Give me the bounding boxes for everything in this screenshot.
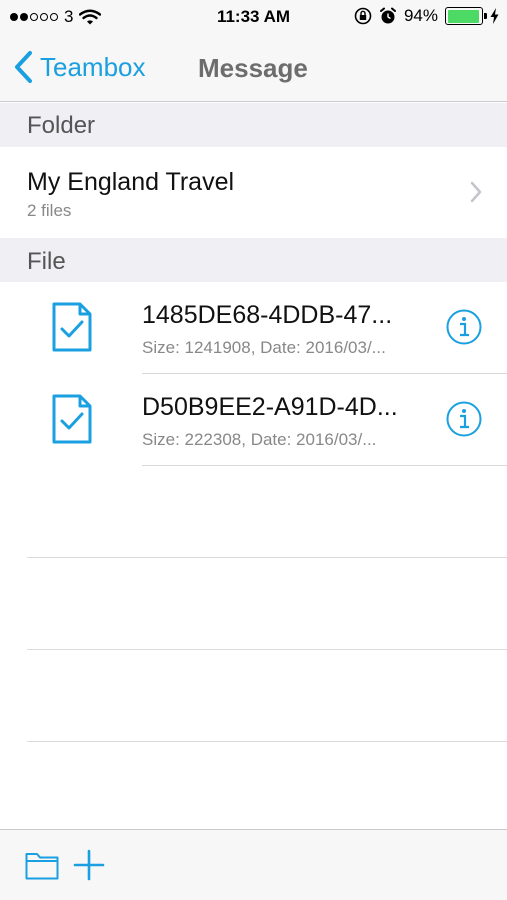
- file-meta: Size: 1241908, Date: 2016/03/...: [142, 338, 386, 357]
- rotation-lock-icon: [354, 7, 372, 25]
- folder-file-count: 2 files: [27, 201, 72, 220]
- chevron-right-icon: [470, 181, 482, 203]
- document-check-icon: [52, 394, 92, 444]
- back-label: Teambox: [40, 51, 146, 82]
- empty-row-separator: [27, 557, 507, 558]
- empty-row-separator: [27, 649, 507, 650]
- back-button[interactable]: Teambox: [12, 50, 146, 84]
- status-bar: 3 11:33 AM 94%: [0, 0, 507, 34]
- document-check-icon: [52, 302, 92, 352]
- section-header-folder: Folder: [0, 103, 507, 147]
- info-icon[interactable]: [446, 401, 482, 437]
- battery-icon: [445, 7, 487, 25]
- empty-row-separator: [27, 741, 507, 742]
- file-row[interactable]: 1485DE68-4DDB-47... Size: 1241908, Date:…: [0, 282, 507, 374]
- file-meta: Size: 222308, Date: 2016/03/...: [142, 430, 377, 449]
- file-name: D50B9EE2-A91D-4D...: [142, 393, 398, 421]
- page-title: Message: [198, 53, 308, 83]
- navigation-bar: Teambox Message: [0, 34, 507, 102]
- file-row[interactable]: D50B9EE2-A91D-4D... Size: 222308, Date: …: [0, 374, 507, 466]
- battery-percent: 94%: [403, 6, 438, 25]
- battery-fill: [447, 9, 479, 23]
- status-right: 94%: [354, 6, 499, 26]
- folder-icon[interactable]: [25, 850, 59, 880]
- chevron-left-icon: [15, 51, 32, 83]
- file-name: 1485DE68-4DDB-47...: [142, 301, 393, 329]
- alarm-icon: [379, 7, 396, 24]
- folder-name: My England Travel: [27, 168, 235, 196]
- row-separator: [142, 465, 507, 466]
- info-icon[interactable]: [446, 309, 482, 345]
- bottom-toolbar: [0, 829, 507, 900]
- section-header-file: File: [0, 238, 507, 282]
- charging-bolt-icon: [490, 8, 499, 24]
- battery-tip: [484, 13, 487, 19]
- add-icon[interactable]: [73, 849, 105, 881]
- folder-row[interactable]: My England Travel 2 files: [0, 147, 507, 238]
